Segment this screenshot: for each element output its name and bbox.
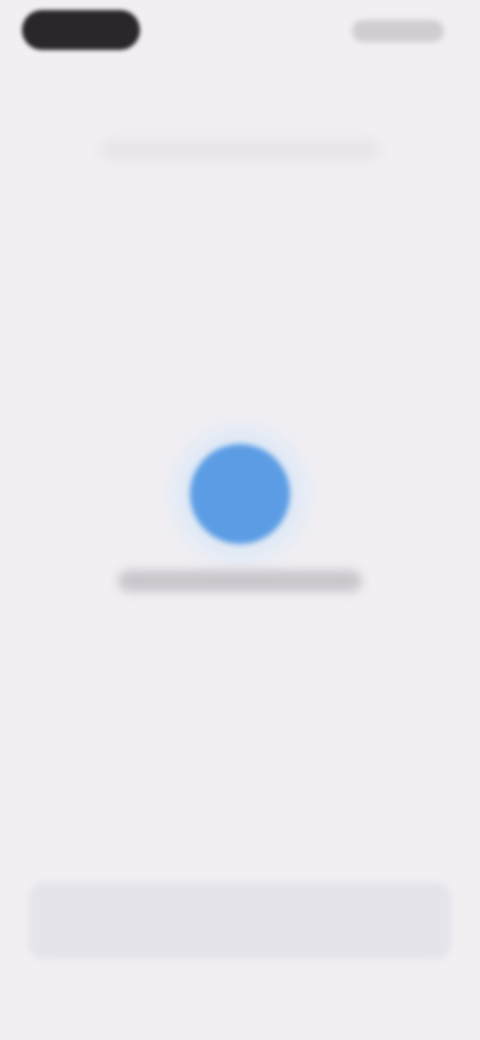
status-icons — [352, 20, 444, 42]
status-time — [22, 10, 140, 50]
header-placeholder — [100, 140, 380, 160]
app-screen — [0, 0, 480, 1040]
bottom-input-bar[interactable] — [28, 882, 452, 960]
loading-dot-icon — [190, 444, 290, 544]
loading-label — [118, 570, 362, 592]
status-bar — [0, 0, 480, 62]
loading-indicator — [0, 420, 480, 620]
